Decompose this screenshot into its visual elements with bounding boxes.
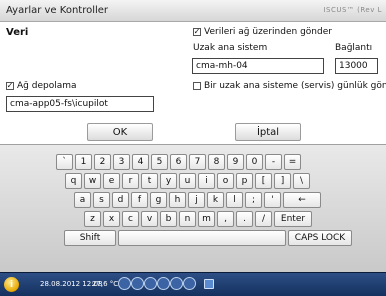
key[interactable]: 5 <box>151 154 168 170</box>
brand-label: ISCUS™ (Rev L <box>323 6 382 14</box>
key[interactable]: [ <box>255 173 272 189</box>
service-log-checkbox[interactable]: Bir uzak ana sisteme (servis) günlük gön… <box>193 81 386 91</box>
key[interactable]: ; <box>245 192 262 208</box>
key[interactable]: q <box>65 173 82 189</box>
taskbar: i 28.08.2012 12:08 27,6 °C <box>0 272 386 296</box>
section-title: Veri <box>6 27 29 38</box>
network-storage-checkbox[interactable]: ✓ Ağ depolama <box>6 81 77 91</box>
key[interactable]: 8 <box>208 154 225 170</box>
space-key[interactable] <box>118 230 286 246</box>
connection-port-input[interactable]: 13000 <box>335 58 378 74</box>
network-storage-label: Ağ depolama <box>17 81 77 91</box>
key[interactable]: x <box>103 211 120 227</box>
key[interactable]: s <box>93 192 110 208</box>
cancel-button[interactable]: İptal <box>235 123 301 141</box>
key[interactable]: ] <box>274 173 291 189</box>
send-over-network-label: Verileri ağ üzerinden gönder <box>204 27 332 37</box>
network-storage-input[interactable]: cma-app05-fs\icupilot <box>6 96 154 112</box>
temperature-readout: 27,6 °C <box>92 280 119 288</box>
checkbox-box: ✓ <box>6 81 14 90</box>
key[interactable]: 9 <box>227 154 244 170</box>
enter-key[interactable]: Enter <box>274 211 312 227</box>
key[interactable]: l <box>226 192 243 208</box>
connection-label: Bağlantı <box>335 43 373 53</box>
key[interactable]: e <box>103 173 120 189</box>
key[interactable]: ` <box>56 154 73 170</box>
ok-button[interactable]: OK <box>87 123 153 141</box>
key[interactable]: . <box>236 211 253 227</box>
key[interactable]: o <box>217 173 234 189</box>
key[interactable]: - <box>265 154 282 170</box>
key[interactable]: ' <box>264 192 281 208</box>
window-title: Ayarlar ve Kontroller <box>6 5 109 16</box>
key[interactable]: , <box>217 211 234 227</box>
key[interactable]: j <box>188 192 205 208</box>
remote-host-label: Uzak ana sistem <box>193 43 268 53</box>
key[interactable]: u <box>179 173 196 189</box>
key[interactable]: 0 <box>246 154 263 170</box>
task-bubbles <box>118 277 198 292</box>
bubble-icon[interactable] <box>131 277 144 290</box>
key[interactable]: k <box>207 192 224 208</box>
key[interactable]: 6 <box>170 154 187 170</box>
key[interactable]: 3 <box>113 154 130 170</box>
key[interactable]: t <box>141 173 158 189</box>
key[interactable]: a <box>74 192 91 208</box>
key[interactable]: \ <box>293 173 310 189</box>
key[interactable]: 4 <box>132 154 149 170</box>
tray-monitor-icon[interactable] <box>204 279 214 289</box>
key[interactable]: r <box>122 173 139 189</box>
key[interactable]: = <box>284 154 301 170</box>
backspace-key[interactable]: ← <box>283 192 321 208</box>
bubble-icon[interactable] <box>170 277 183 290</box>
key[interactable]: y <box>160 173 177 189</box>
key[interactable]: / <box>255 211 272 227</box>
checkbox-box <box>193 82 201 90</box>
key[interactable]: i <box>198 173 215 189</box>
bubble-icon[interactable] <box>144 277 157 290</box>
remote-host-input[interactable]: cma-mh-04 <box>192 58 324 74</box>
bubble-icon[interactable] <box>118 277 131 290</box>
settings-panel: Veri ✓ Verileri ağ üzerinden gönder Uzak… <box>0 22 386 144</box>
key[interactable]: 2 <box>94 154 111 170</box>
key[interactable]: b <box>160 211 177 227</box>
title-bar: Ayarlar ve Kontroller ISCUS™ (Rev L <box>0 0 386 22</box>
bubble-icon[interactable] <box>157 277 170 290</box>
key[interactable]: g <box>150 192 167 208</box>
key[interactable]: v <box>141 211 158 227</box>
key[interactable]: m <box>198 211 215 227</box>
key[interactable]: n <box>179 211 196 227</box>
key[interactable]: 1 <box>75 154 92 170</box>
key[interactable]: 7 <box>189 154 206 170</box>
shift-key[interactable]: Shift <box>64 230 116 246</box>
key[interactable]: d <box>112 192 129 208</box>
send-over-network-checkbox[interactable]: ✓ Verileri ağ üzerinden gönder <box>193 27 332 37</box>
checkbox-box: ✓ <box>193 27 201 36</box>
key[interactable]: p <box>236 173 253 189</box>
key[interactable]: f <box>131 192 148 208</box>
start-button[interactable]: i <box>4 277 19 292</box>
key[interactable]: z <box>84 211 101 227</box>
bubble-icon[interactable] <box>183 277 196 290</box>
service-log-label: Bir uzak ana sisteme (servis) günlük gön… <box>204 81 386 91</box>
on-screen-keyboard: ` 1 2 3 4 5 6 7 8 9 0 - = q w e r t y u … <box>0 144 386 272</box>
key[interactable]: c <box>122 211 139 227</box>
key[interactable]: h <box>169 192 186 208</box>
key[interactable]: w <box>84 173 101 189</box>
caps-lock-key[interactable]: CAPS LOCK <box>288 230 352 246</box>
